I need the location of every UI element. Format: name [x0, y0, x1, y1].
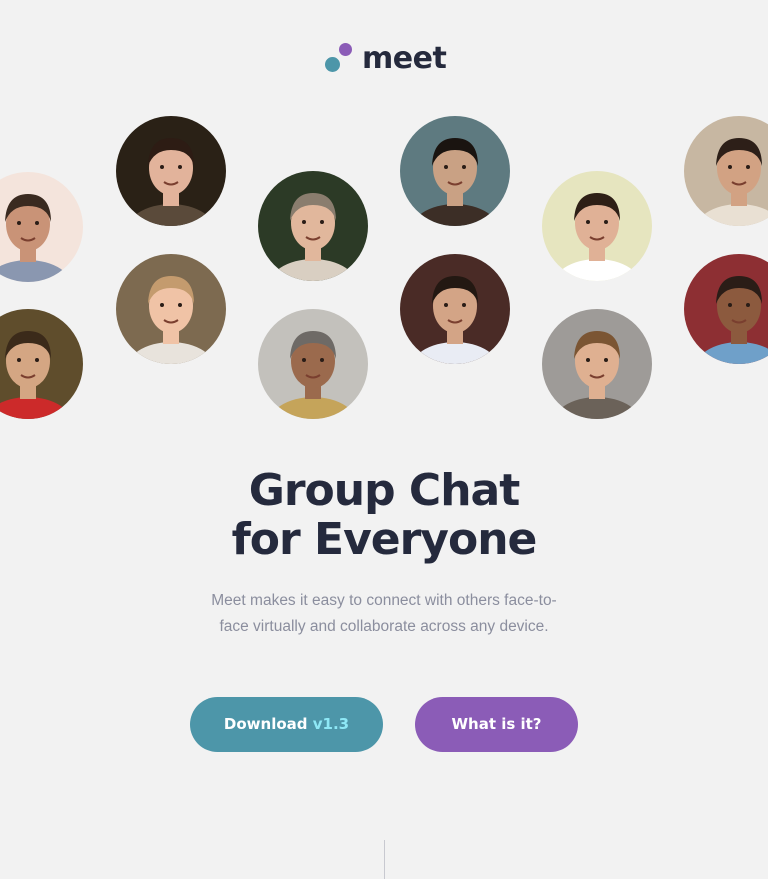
hero-subtitle: Meet makes it easy to connect with other… — [211, 592, 557, 635]
logo-teal-dot — [325, 57, 340, 72]
section-divider — [384, 840, 385, 879]
portrait-photo — [258, 171, 368, 281]
avatar-person-9 — [258, 309, 368, 419]
avatar-person-7 — [0, 309, 83, 419]
avatar-person-12 — [684, 254, 768, 364]
what-is-it-button[interactable]: What is it? — [415, 697, 578, 752]
portrait-photo — [116, 254, 226, 364]
avatar-person-2 — [116, 116, 226, 226]
portrait-photo — [400, 116, 510, 226]
portrait-photo — [684, 116, 768, 226]
portrait-photo — [0, 172, 83, 282]
download-button-label: Download — [223, 715, 313, 733]
download-button[interactable]: Download v1.3 — [190, 697, 383, 752]
avatar-person-4 — [400, 116, 510, 226]
avatar-person-8 — [116, 254, 226, 364]
portrait-photo — [684, 254, 768, 364]
portrait-photo — [116, 116, 226, 226]
headline-line-2: for Everyone — [231, 514, 538, 565]
headline-line-1: Group Chat — [248, 465, 521, 516]
avatar-person-3 — [258, 171, 368, 281]
avatar-person-1 — [0, 172, 83, 282]
portrait-photo — [258, 309, 368, 419]
logo-purple-dot — [339, 43, 352, 56]
portrait-photo — [400, 254, 510, 364]
landing-page: meet Group Chat for Everyone Meet makes … — [0, 0, 768, 879]
logo-wordmark: meet — [362, 41, 447, 76]
hero-headline: Group Chat for Everyone — [0, 466, 768, 564]
portrait-photo — [0, 309, 83, 419]
avatar-person-11 — [542, 309, 652, 419]
avatar-person-6 — [684, 116, 768, 226]
portrait-photo — [542, 171, 652, 281]
portrait-photo — [542, 309, 652, 419]
meet-logo[interactable]: meet — [324, 42, 454, 76]
avatar-person-5 — [542, 171, 652, 281]
avatar-person-10 — [400, 254, 510, 364]
download-version: v1.3 — [312, 715, 350, 733]
